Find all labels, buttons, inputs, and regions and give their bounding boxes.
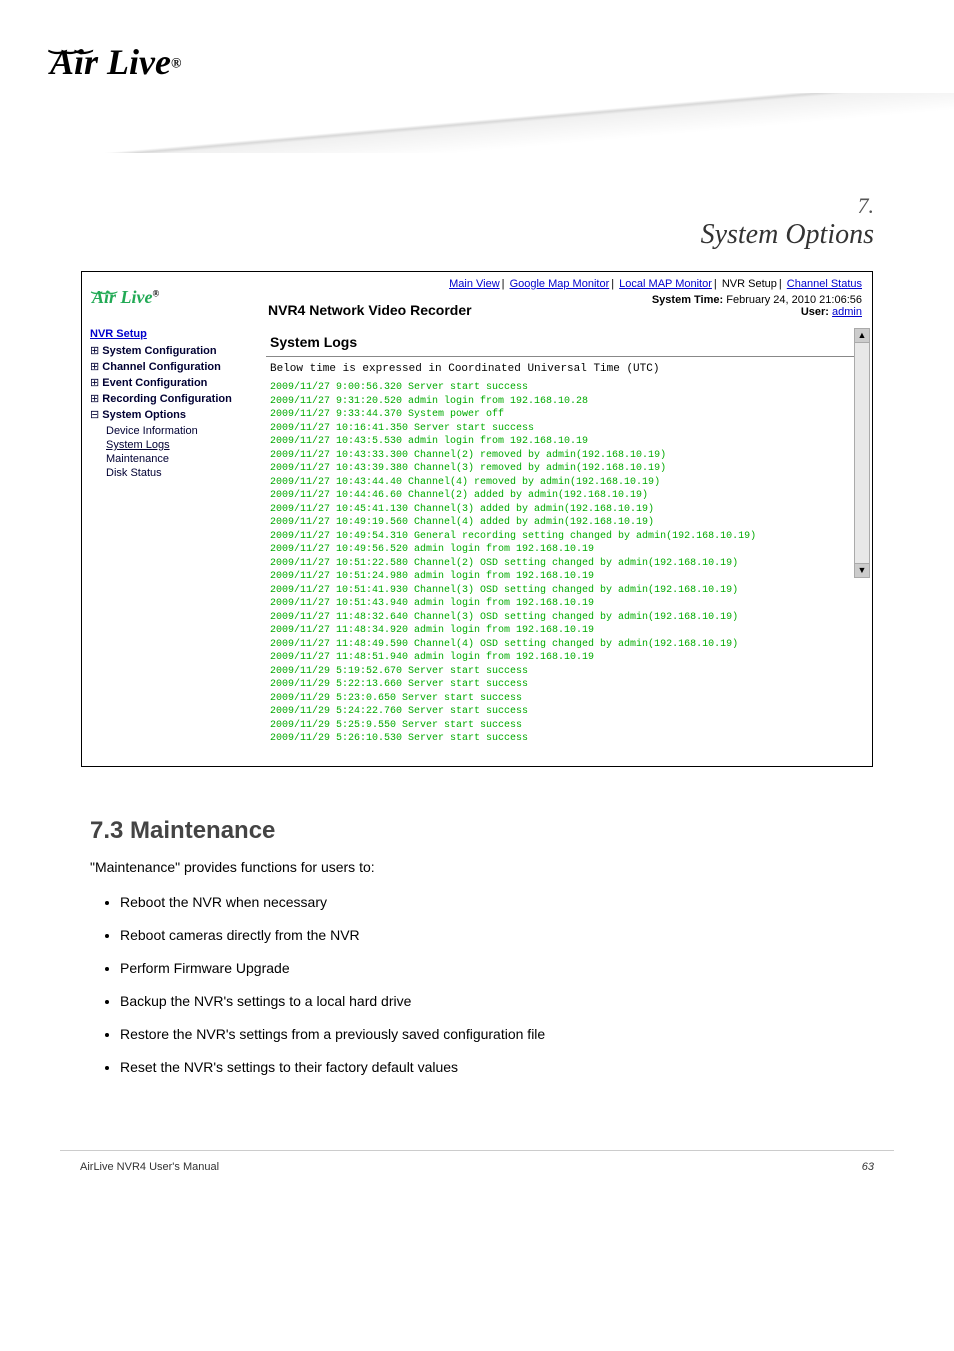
link-main-view[interactable]: Main View (449, 278, 500, 290)
link-channel-status[interactable]: Channel Status (787, 278, 862, 290)
sidebar-event-config[interactable]: Event Configuration (90, 376, 250, 389)
sidebar-channel-config[interactable]: Channel Configuration (90, 360, 250, 373)
nvr-logo: ‿‿‿ Air Live® (82, 272, 258, 324)
bullet-item: Reboot cameras directly from the NVR (120, 925, 864, 946)
bullet-item: Restore the NVR's settings from a previo… (120, 1024, 864, 1045)
user-link[interactable]: admin (832, 306, 862, 318)
sidebar-maintenance[interactable]: Maintenance (106, 452, 250, 466)
product-name: NVR4 Network Video Recorder (268, 302, 472, 318)
scroll-up-icon[interactable]: ▲ (855, 329, 869, 343)
link-local-map[interactable]: Local MAP Monitor (619, 278, 712, 290)
system-time: System Time: February 24, 2010 21:06:56 (652, 294, 862, 306)
log-output: 2009/11/27 9:00:56.320 Server start succ… (266, 381, 864, 746)
sidebar: NVR Setup System Configuration Channel C… (82, 324, 258, 766)
sidebar-heading[interactable]: NVR Setup (90, 328, 250, 340)
bullet-item: Reset the NVR's settings to their factor… (120, 1057, 864, 1078)
section-heading: 7.3 Maintenance (90, 817, 864, 845)
sidebar-system-options[interactable]: System Options (90, 408, 250, 421)
page-number: 63 (862, 1161, 874, 1173)
bullet-item: Reboot the NVR when necessary (120, 892, 864, 913)
utc-note: Below time is expressed in Coordinated U… (266, 357, 864, 381)
sidebar-system-logs[interactable]: System Logs (106, 438, 250, 452)
link-nvr-setup[interactable]: NVR Setup (722, 278, 777, 290)
user-line: User: admin (652, 306, 862, 318)
doc-body: 7.3 Maintenance "Maintenance" provides f… (0, 797, 954, 1110)
sidebar-system-config[interactable]: System Configuration (90, 344, 250, 357)
scroll-down-icon[interactable]: ▼ (855, 563, 869, 577)
sidebar-device-info[interactable]: Device Information (106, 424, 250, 438)
chapter-header: 7. System Options (0, 153, 954, 271)
section-para: "Maintenance" provides functions for use… (90, 857, 864, 878)
top-nav: Main View| Google Map Monitor| Local MAP… (268, 278, 862, 290)
scrollbar[interactable]: ▲ ▼ (854, 328, 870, 578)
link-google-map[interactable]: Google Map Monitor (510, 278, 610, 290)
footer-left: AirLive NVR4 User's Manual (80, 1161, 219, 1173)
main-title: System Logs (270, 334, 357, 350)
page-footer: AirLive NVR4 User's Manual 63 (60, 1150, 894, 1203)
bullet-item: Backup the NVR's settings to a local har… (120, 991, 864, 1012)
sidebar-recording-config[interactable]: Recording Configuration (90, 392, 250, 405)
bullet-item: Perform Firmware Upgrade (120, 958, 864, 979)
decorative-divider (0, 93, 954, 153)
bullet-list: Reboot the NVR when necessary Reboot came… (120, 892, 864, 1078)
brand-logo: ‿‿‿ Air Live® (0, 0, 954, 93)
nvr-screenshot: ‿‿‿ Air Live® Main View| Google Map Moni… (81, 271, 873, 767)
sidebar-disk-status[interactable]: Disk Status (106, 466, 250, 480)
